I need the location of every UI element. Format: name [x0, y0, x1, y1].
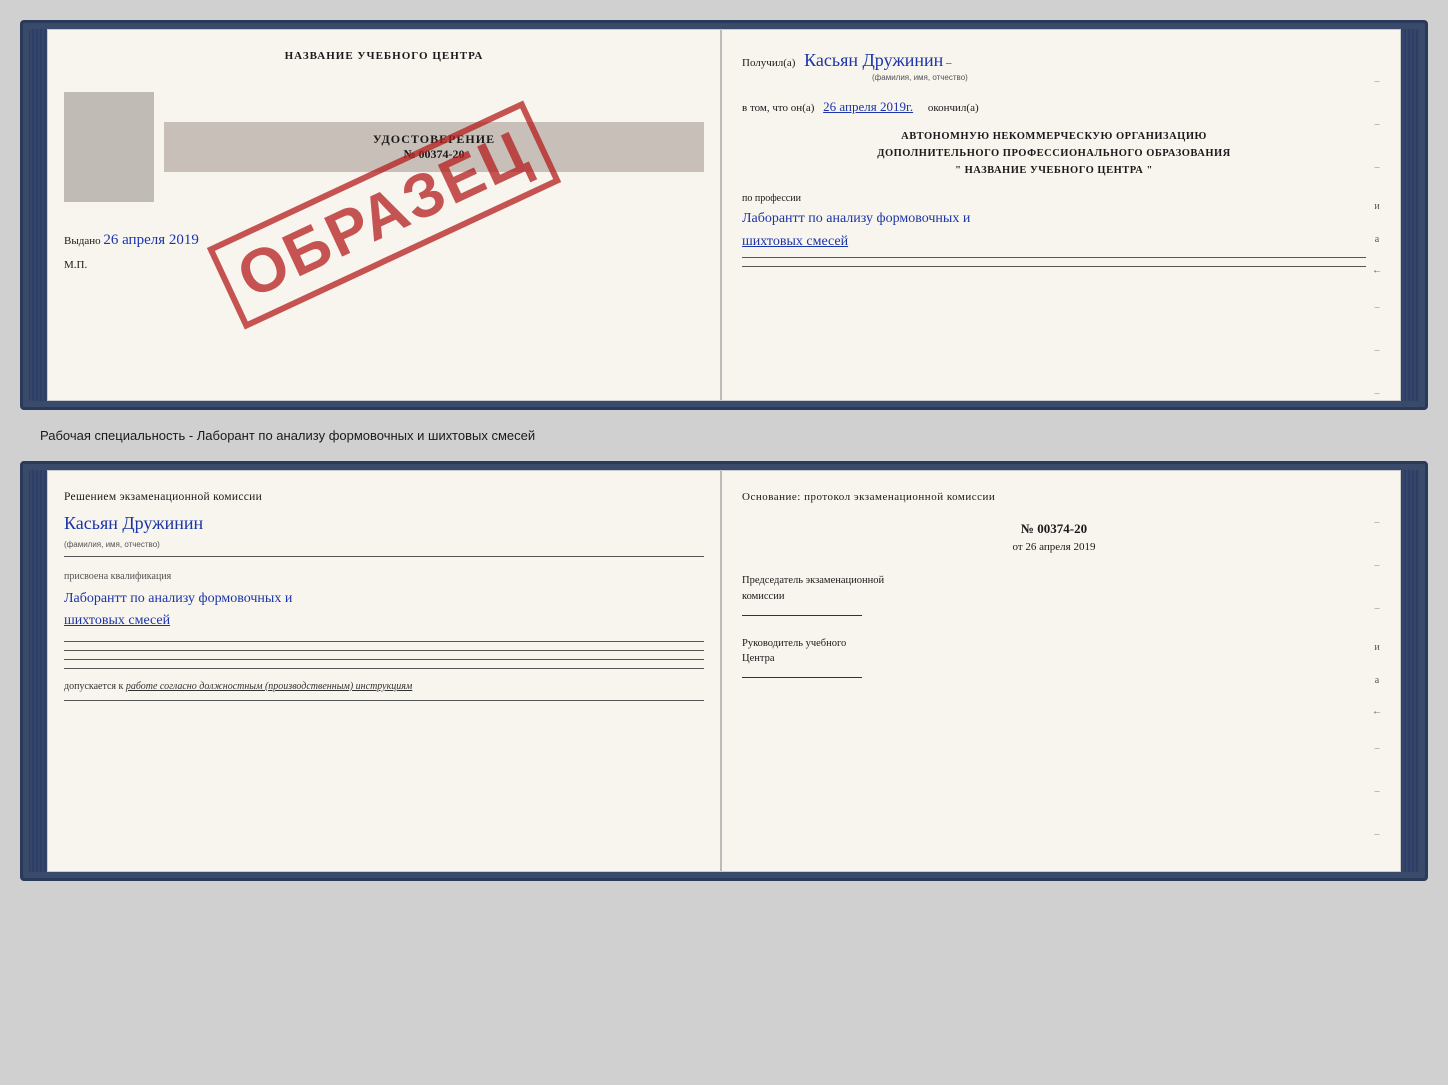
- b-side-dash-6: –: [1375, 813, 1380, 856]
- b-side-dash-1: –: [1375, 501, 1380, 544]
- org-block: АВТОНОМНУЮ НЕКОММЕРЧЕСКУЮ ОРГАНИЗАЦИЮ ДО…: [742, 129, 1366, 179]
- b-side-dash-3: –: [1375, 587, 1380, 630]
- side-dash-3: –: [1375, 146, 1380, 189]
- name-hint-bottom: (фамилия, имя, отчество): [64, 540, 160, 549]
- side-dash-5: –: [1375, 329, 1380, 372]
- allowed-block: допускается к работе согласно должностны…: [64, 681, 704, 692]
- side-dash-4: –: [1375, 286, 1380, 329]
- side-char-i: и: [1374, 189, 1379, 224]
- b-side-dash-5: –: [1375, 770, 1380, 813]
- director-block: Руководитель учебного Центра: [742, 636, 1366, 679]
- name-hint-top: (фамилия, имя, отчество): [872, 73, 968, 82]
- bottom-name: Касьян Дружинин: [64, 513, 203, 533]
- completion-date: 26 апреля 2019г.: [823, 99, 913, 114]
- profession-block: по профессии Лаборантт по анализу формов…: [742, 193, 1366, 267]
- completed-label: окончил(а): [928, 102, 979, 114]
- basis-block: Основание: протокол экзаменационной коми…: [742, 491, 1366, 503]
- qual-label: присвоена квалификация: [64, 571, 704, 582]
- decision-block: Решением экзаменационной комиссии: [64, 491, 704, 503]
- side-dash-6: –: [1375, 372, 1380, 415]
- profession-name-top: Лаборантт по анализу формовочных и шихто…: [742, 208, 1366, 253]
- b-side-arrow: ←: [1372, 696, 1382, 727]
- qual-name: Лаборантт по анализу формовочных и шихто…: [64, 588, 704, 633]
- in-that-line: в том, что он(а) 26 апреля 2019г. окончи…: [742, 99, 1366, 115]
- chairman-block: Председатель экзаменационной комиссии: [742, 573, 1366, 616]
- b-side-char-a: а: [1375, 665, 1379, 696]
- cert-title-top: НАЗВАНИЕ УЧЕБНОГО ЦЕНТРА: [64, 50, 704, 62]
- b-side-char-i: и: [1374, 630, 1379, 665]
- issued-date-top: 26 апреля 2019: [103, 232, 199, 248]
- received-name: Касьян Дружинин: [804, 50, 943, 70]
- side-dash-2: –: [1375, 103, 1380, 146]
- side-char-a: а: [1375, 224, 1379, 255]
- received-line: Получил(а) Касьян Дружинин – (фамилия, и…: [742, 50, 1366, 83]
- separator-text: Рабочая специальность - Лаборант по анал…: [20, 422, 1428, 449]
- protocol-date: от 26 апреля 2019: [742, 541, 1366, 553]
- side-dash-1: –: [1375, 60, 1380, 103]
- b-side-dash-4: –: [1375, 727, 1380, 770]
- protocol-number: № 00374-20: [742, 521, 1366, 537]
- b-side-dash-2: –: [1375, 544, 1380, 587]
- side-arrow: ←: [1372, 255, 1382, 286]
